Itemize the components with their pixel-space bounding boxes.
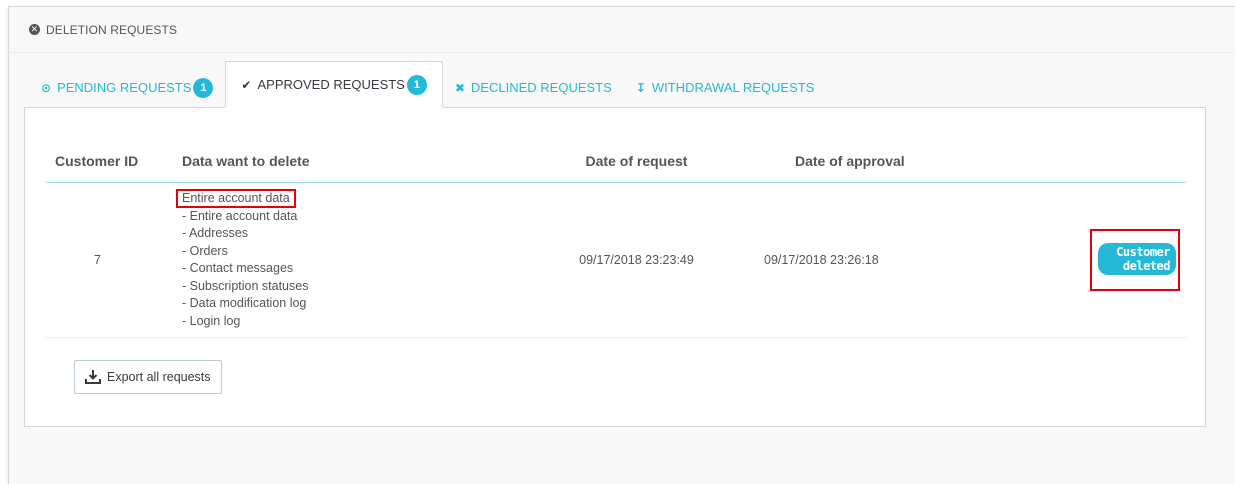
tab-declined-requests[interactable]: ✖ DECLINED REQUESTS (443, 67, 624, 108)
status-cell: Customer deleted (1090, 182, 1186, 338)
count-badge: 1 (193, 77, 214, 98)
count-badge: 1 (406, 74, 427, 95)
tab-content: Customer ID Data want to delete Date of … (24, 107, 1206, 427)
header-status (1090, 140, 1186, 183)
times-icon: ✖ (454, 80, 465, 95)
list-item: Subscription statuses (182, 278, 513, 296)
status-badge: Customer deleted (1098, 242, 1176, 275)
list-item: Data modification log (182, 295, 513, 313)
list-item: Entire account data (182, 208, 513, 226)
clock-icon: ⊙ (41, 80, 52, 95)
header-customer-id: Customer ID (46, 140, 149, 183)
request-tabs: ⊙ PENDING REQUESTS 1 ✔ APPROVED REQUESTS… (27, 61, 827, 108)
approved-requests-table: Customer ID Data want to delete Date of … (46, 140, 1186, 338)
panel-title: DELETION REQUESTS (46, 22, 178, 37)
header-date-of-approval: Date of approval (760, 140, 1090, 183)
table-header-row: Customer ID Data want to delete Date of … (46, 140, 1186, 183)
tab-withdrawal-requests[interactable]: ↧ WITHDRAWAL REQUESTS (624, 67, 827, 108)
list-item: Login log (182, 313, 513, 331)
tab-label: WITHDRAWAL REQUESTS (651, 80, 815, 95)
export-all-requests-button[interactable]: Export all requests (74, 360, 222, 394)
list-item: Addresses (182, 225, 513, 243)
list-item: Contact messages (182, 260, 513, 278)
date-of-request-cell: 09/17/2018 23:23:49 (513, 182, 760, 338)
tab-label: APPROVED REQUESTS (257, 77, 405, 92)
tab-label: PENDING REQUESTS (57, 80, 192, 95)
data-main-label: Entire account data (176, 188, 296, 208)
table-row: 7 Entire account data Entire account dat… (46, 182, 1186, 338)
download-icon (85, 370, 101, 384)
tab-approved-requests[interactable]: ✔ APPROVED REQUESTS 1 (225, 61, 443, 108)
data-to-delete-cell: Entire account data Entire account data … (149, 182, 513, 338)
tab-pending-requests[interactable]: ⊙ PENDING REQUESTS 1 (27, 67, 225, 108)
status-highlight: Customer deleted (1090, 228, 1180, 291)
list-item: Orders (182, 243, 513, 261)
arrow-down-icon: ↧ (635, 80, 646, 95)
customer-id-cell: 7 (46, 182, 149, 338)
header-date-of-request: Date of request (513, 140, 760, 183)
tab-label: DECLINED REQUESTS (470, 80, 612, 95)
check-icon: ✔ (241, 77, 252, 92)
export-button-label: Export all requests (107, 370, 211, 384)
data-item-list: Entire account data Addresses Orders Con… (182, 208, 513, 331)
header-data-to-delete: Data want to delete (149, 140, 513, 183)
remove-circle-icon: ✕ (29, 24, 40, 35)
panel-heading: ✕ DELETION REQUESTS (9, 7, 1235, 53)
date-of-approval-cell: 09/17/2018 23:26:18 (760, 182, 1090, 338)
